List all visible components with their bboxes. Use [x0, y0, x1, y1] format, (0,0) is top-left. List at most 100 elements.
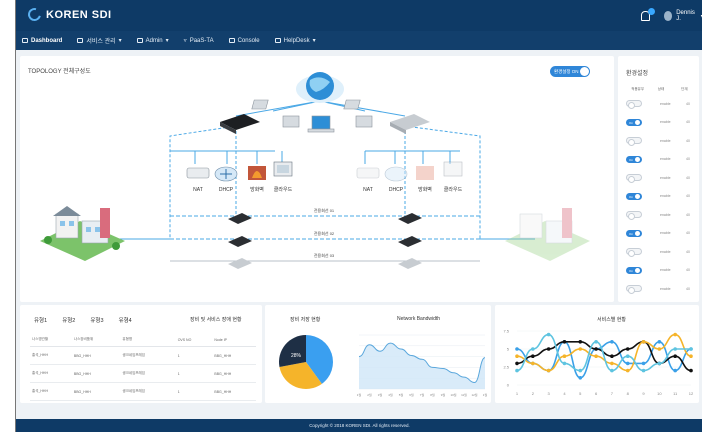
env-value: 40 [686, 157, 690, 161]
data-point [673, 347, 677, 351]
env-toggle-switch[interactable]: Off [626, 137, 642, 146]
table-cell: BBG_HHH [71, 382, 121, 401]
link-label: 전용회선 03 [314, 252, 335, 258]
data-point [578, 340, 583, 344]
data-point [657, 340, 662, 344]
data-point [594, 347, 598, 351]
services-chart-panel: 서비스별 현황 0 2.5 5 7.5 1 2 3 4 5 6 7 8 9 10 11 12 [495, 305, 699, 403]
env-toggle-switch[interactable]: Off [626, 174, 642, 183]
env-value: 40 [686, 101, 690, 106]
calendar-icon [136, 38, 143, 43]
env-status: enable [660, 268, 671, 272]
x-tick-label: 3 [548, 391, 551, 396]
nav-admin[interactable]: Admin ▾ [136, 37, 169, 44]
env-value: 40 [686, 175, 690, 180]
env-row: On enable 40 [626, 192, 696, 201]
tab-type2[interactable]: 유형2 [62, 316, 75, 324]
env-toggle-switch[interactable]: Off [626, 285, 642, 294]
y-tick-label: 0 [507, 383, 510, 388]
env-toggle-switch[interactable]: Off [626, 248, 642, 257]
table-cell: BBG_HHH [212, 364, 256, 383]
data-point [610, 354, 614, 358]
env-toggle-switch[interactable]: Off [626, 100, 642, 109]
nav-label: Dashboard [31, 37, 63, 44]
table-cell: 1 [175, 364, 213, 383]
campus-left-icon [40, 206, 125, 261]
env-toggle-switch[interactable]: On [626, 118, 642, 126]
env-row: On enable 40 [626, 266, 696, 275]
env-toggle-switch[interactable]: On [626, 266, 642, 274]
equipment-status-panel: 장비 저장 현황 Network Bandwidth 28% 1월 2월 3월 4월 5… [265, 305, 491, 403]
data-point [689, 368, 693, 373]
device-label: 클라우드 [274, 186, 293, 193]
table-row[interactable]: 홍석_HHH BBG_HHH 생크네임프레임 1 BBG_HHH [30, 364, 256, 383]
env-toggle-switch[interactable]: On [626, 155, 642, 163]
env-value: 40 [686, 194, 690, 198]
env-toggle-switch[interactable]: Off [626, 211, 642, 220]
user-name: Dennis J. [676, 10, 695, 22]
main-nav: Dashboard 서비스 관리 ▾ Admin ▾ ▿ PaaS-TA Consol… [16, 31, 702, 50]
table-row[interactable]: 홍석_HHH BBG_HHH 생크네임프레임 1 BBG_HHH [30, 346, 256, 365]
tab-type1[interactable]: 유형1 [34, 316, 47, 324]
data-point [531, 354, 535, 358]
env-toggle-switch[interactable]: On [626, 229, 642, 237]
data-point [641, 361, 646, 366]
table-cell: BBG_HHH [212, 382, 256, 401]
env-value: 40 [686, 268, 690, 272]
y-tick-label: 2.5 [503, 365, 509, 370]
core-switch-left-icon [220, 114, 260, 134]
env-status: enable [660, 249, 671, 254]
nav-label: Console [237, 37, 260, 44]
bandwidth-x-tick: 8월 [430, 392, 435, 397]
table-cell: 홍석_HHH [30, 346, 72, 365]
faults-panel: 유형1 유형2 유형3 유형4 장비 및 서비스 장애 현황 나스명관할 나스장… [20, 305, 262, 403]
bandwidth-x-tick: 6월 [409, 392, 414, 397]
data-point [657, 347, 662, 351]
env-status: enable [660, 101, 671, 106]
topology-panel: TOPOLOGY 전체구성도 환경설정 ON NAT DHCP 방화벽 클라우드… [20, 56, 614, 302]
bandwidth-x-tick: 10월 [450, 392, 456, 397]
bandwidth-x-tick: 3월 [378, 392, 383, 397]
x-tick-label: 8 [627, 391, 630, 396]
chevron-down-icon: ▾ [165, 38, 169, 44]
nav-helpdesk[interactable]: HelpDesk ▾ [274, 37, 316, 44]
data-point [689, 347, 693, 351]
filter-icon: ▿ [183, 38, 187, 44]
bandwidth-x-tick: 12월 [471, 392, 477, 397]
footer: Copyright © 2018 KOREN SDI. All rights r… [16, 419, 702, 432]
data-point [562, 361, 567, 366]
tab-type3[interactable]: 유형3 [90, 316, 103, 324]
koren-logo-icon [25, 5, 44, 24]
nav-console[interactable]: Console [228, 37, 260, 44]
table-cell: BBG_HHH [71, 346, 121, 365]
device-label: 클라우드 [444, 186, 463, 193]
device-label: DHCP [219, 187, 234, 193]
nav-paas-ta[interactable]: ▿ PaaS-TA [183, 37, 214, 45]
data-point [531, 347, 535, 351]
user-menu[interactable]: Dennis J. ▾ [664, 10, 702, 22]
env-status: enable [660, 231, 671, 235]
x-tick-label: 11 [673, 391, 678, 396]
nav-dashboard[interactable]: Dashboard [22, 38, 62, 44]
faults-table: 나스명관할 나스장비품위 유형명 OVS NO Node IP 홍석_HHH BB… [30, 333, 256, 401]
x-tick-label: 1 [516, 391, 519, 396]
nat-device-icon [186, 167, 210, 179]
table-cell: 1 [175, 382, 213, 401]
cloud-globe-icon [296, 72, 344, 103]
env-toggle-switch[interactable]: On [626, 192, 642, 200]
env-row: Off enable 40 [626, 210, 696, 220]
services-line-chart: 02.557.51 2 3 4 5 6 7 8 9 10 11 12 [503, 329, 694, 397]
tab-type4[interactable]: 유형4 [119, 316, 132, 324]
data-point [625, 347, 630, 351]
env-row: Off enable 40 [626, 284, 696, 294]
chevron-down-icon: ▾ [118, 38, 122, 44]
data-point [625, 354, 630, 358]
data-point [562, 340, 567, 344]
status-charts: 28% 1월 2월 3월 4월 5월 6월 7월 8월 9월 10월 11월 12월 1월 [279, 334, 487, 397]
data-point [531, 361, 535, 366]
nav-service-management[interactable]: 서비스 관리 ▾ [77, 36, 122, 45]
logo[interactable]: KOREN SDI [25, 5, 112, 24]
nav-label: PaaS-TA [189, 37, 214, 44]
topology-diagram: NAT DHCP 방화벽 클라우드 NAT DHCP 방화벽 클라우드 전용회선… [40, 72, 590, 269]
table-row[interactable]: 홍석_HHH BBG_HHH 생크네임프레임 1 BBG_HHH [30, 382, 256, 401]
